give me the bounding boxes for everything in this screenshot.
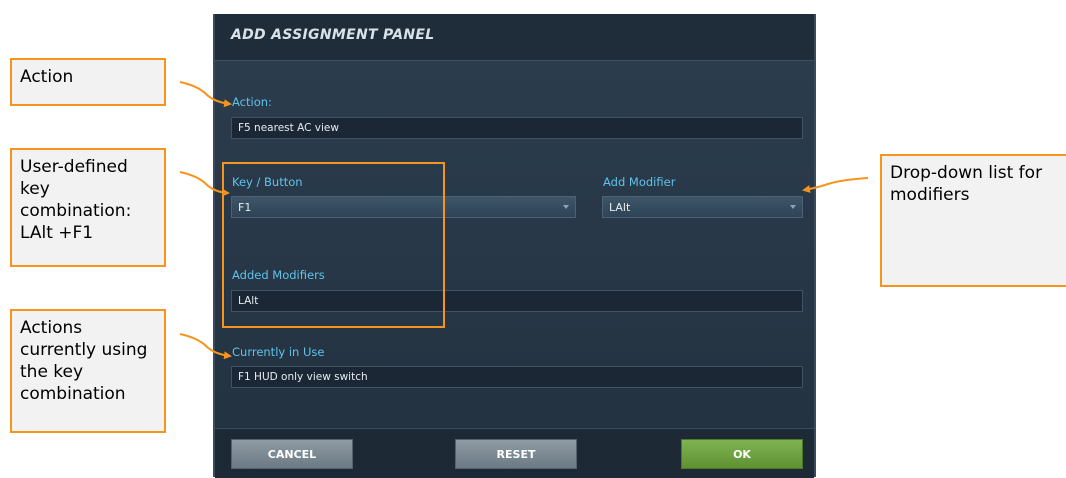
callout-in-use: Actions currently using the key combinat… [10, 309, 166, 433]
currently-in-use-label: Currently in Use [232, 345, 325, 359]
ok-button[interactable]: OK [681, 439, 803, 469]
reset-button[interactable]: RESET [455, 439, 577, 469]
cancel-button[interactable]: CANCEL [231, 439, 353, 469]
callout-key-combination: User-defined key combination: LAlt +F1 [10, 148, 166, 267]
added-modifiers-label: Added Modifiers [232, 268, 325, 282]
added-modifiers-field[interactable]: LAlt [231, 290, 803, 312]
key-button-select[interactable]: F1 [231, 196, 576, 218]
chevron-down-icon [790, 205, 796, 209]
add-assignment-panel: ADD ASSIGNMENT PANEL Action: F5 nearest … [213, 14, 816, 478]
callout-action: Action [10, 58, 166, 106]
panel-title: ADD ASSIGNMENT PANEL [231, 27, 435, 43]
key-button-value: F1 [238, 201, 252, 214]
key-button-label: Key / Button [232, 175, 303, 189]
panel-header: ADD ASSIGNMENT PANEL [215, 14, 814, 61]
add-modifier-select[interactable]: LAlt [602, 196, 803, 218]
callout-dropdown: Drop-down list for modifiers [880, 154, 1066, 287]
currently-in-use-field[interactable]: F1 HUD only view switch [231, 366, 803, 388]
chevron-down-icon [563, 205, 569, 209]
action-label: Action: [232, 95, 272, 109]
add-modifier-label: Add Modifier [603, 175, 676, 189]
add-modifier-value: LAlt [609, 201, 631, 214]
action-field[interactable]: F5 nearest AC view [231, 117, 803, 139]
